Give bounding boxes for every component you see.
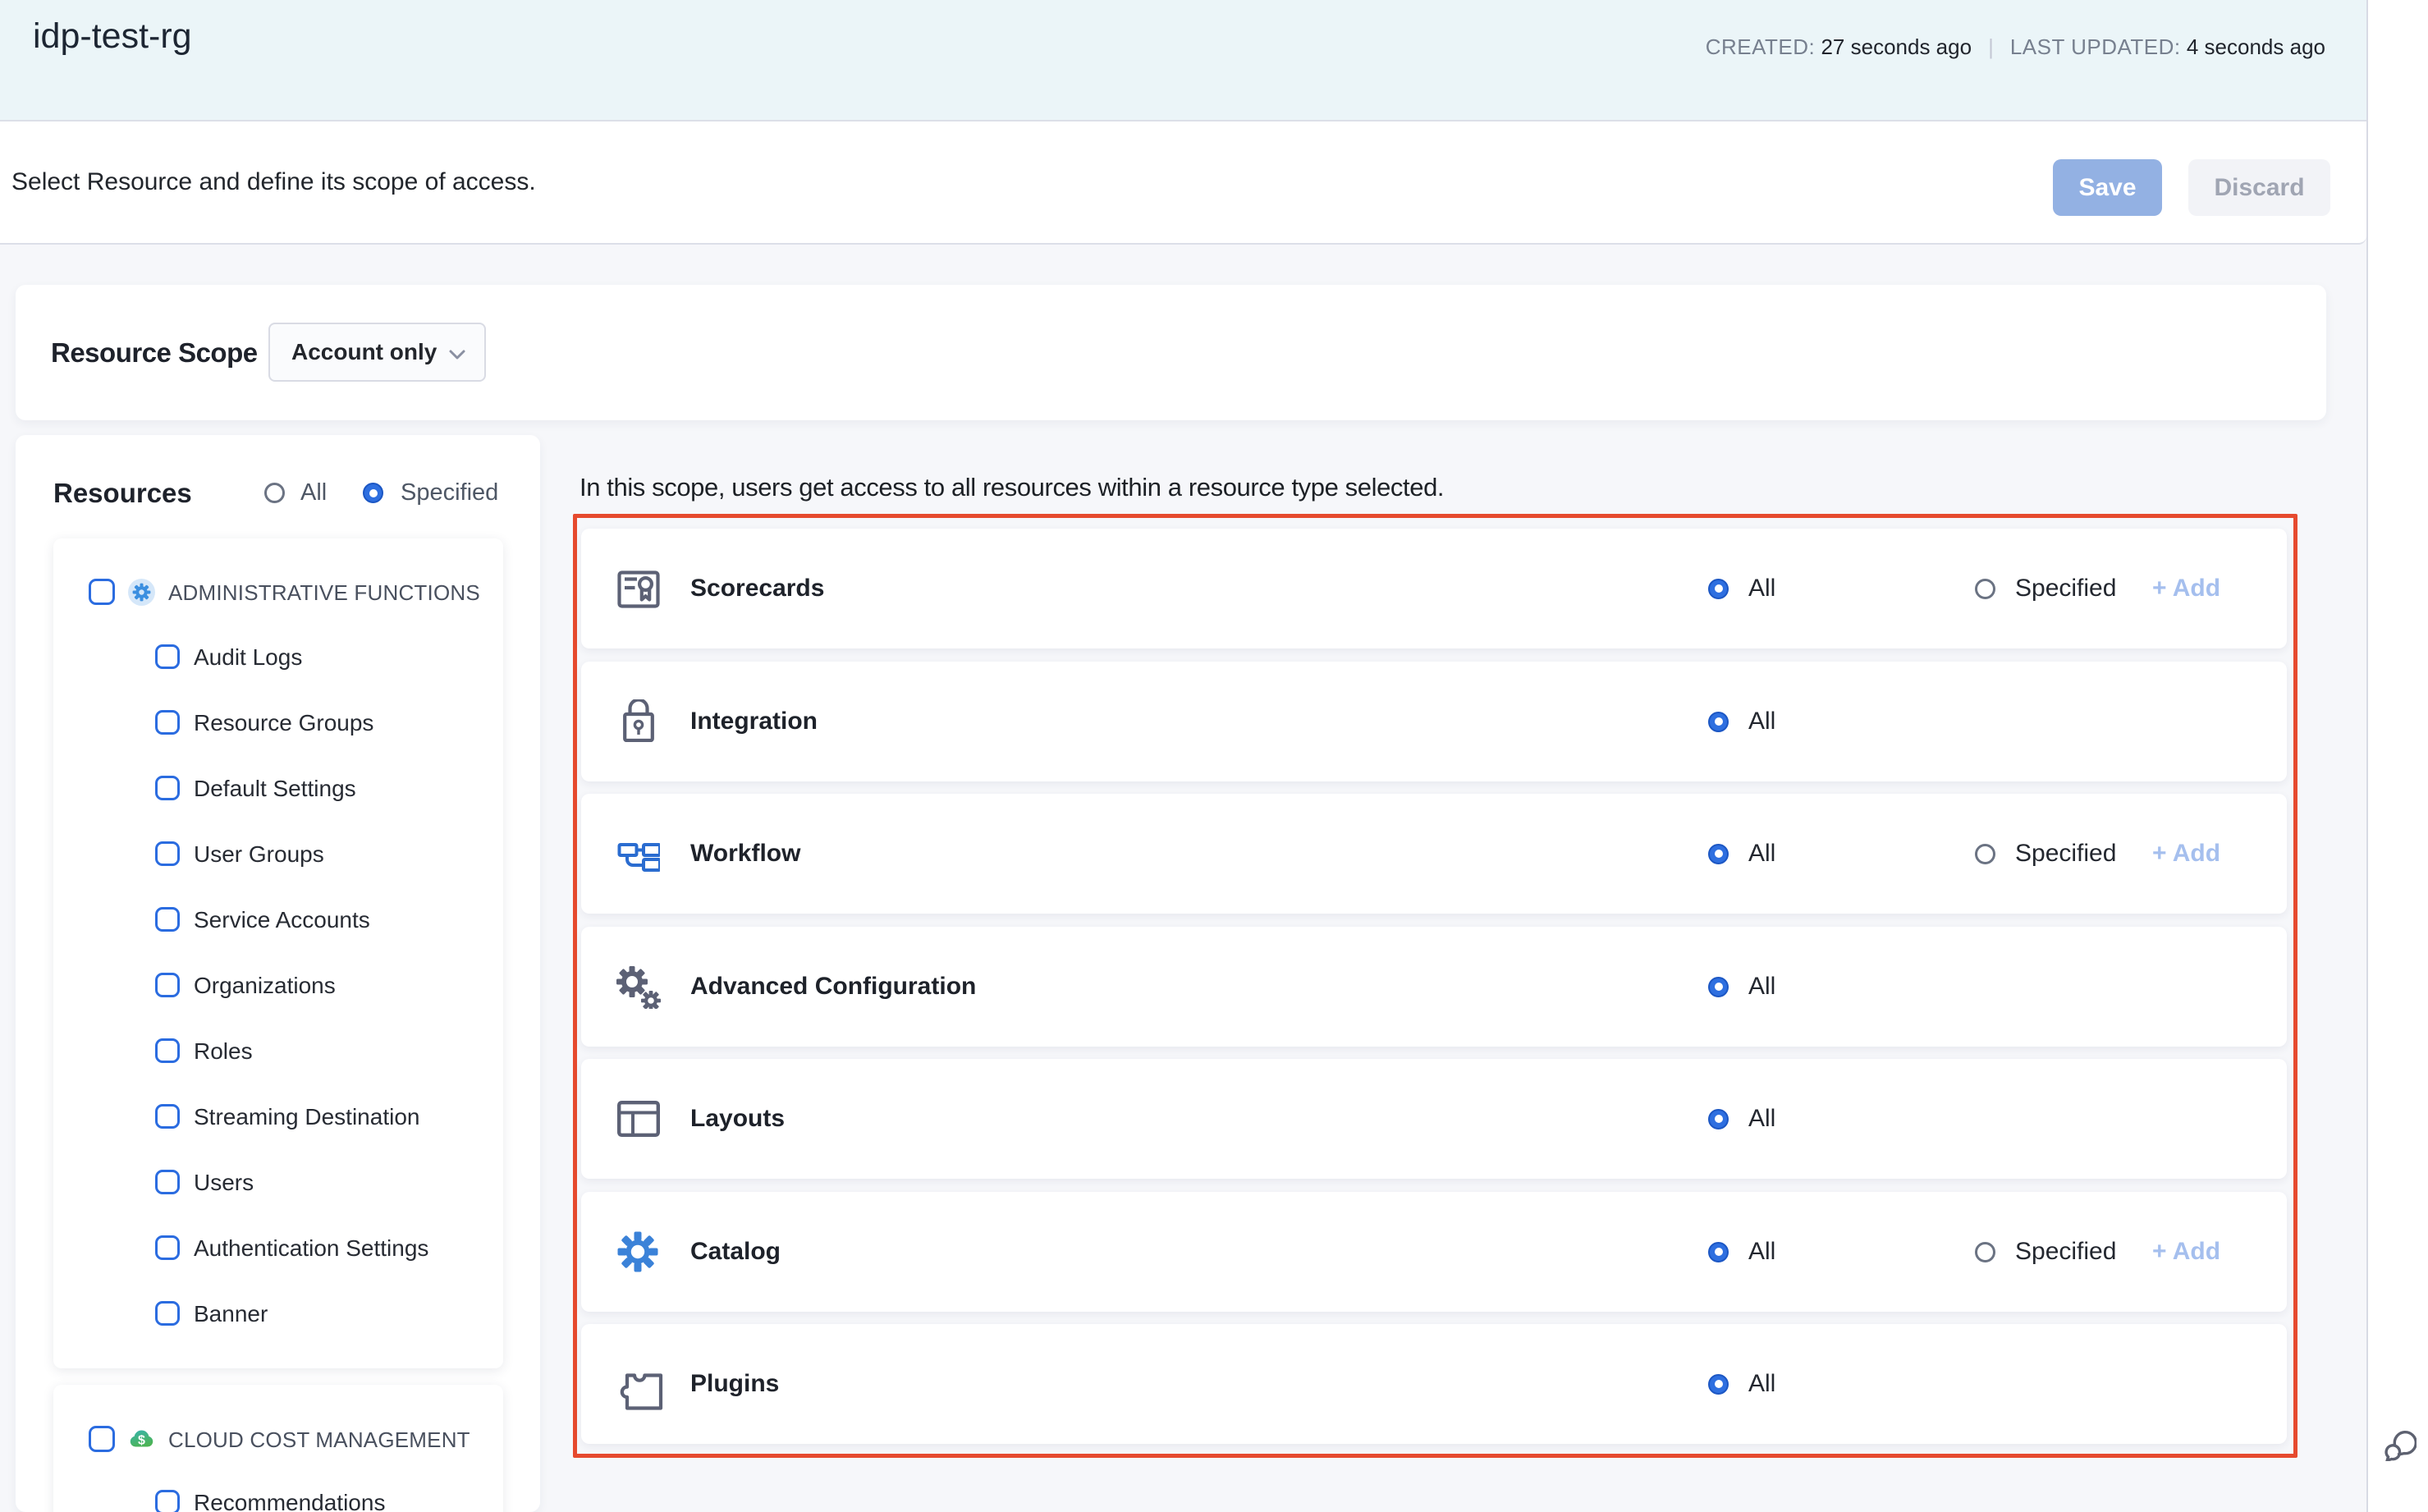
svg-text:$: $ (138, 1434, 145, 1448)
